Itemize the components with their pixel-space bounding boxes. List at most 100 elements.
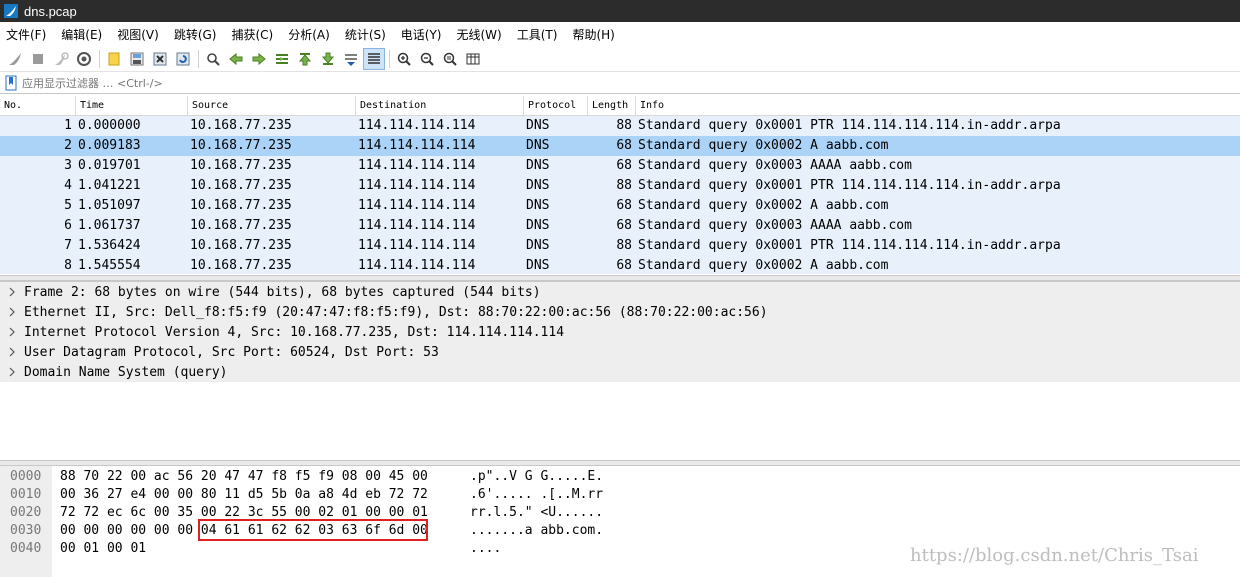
packet-row[interactable]: 8 1.545554 10.168.77.235 114.114.114.114 DNS… <box>0 256 1240 274</box>
zoom-in-icon[interactable] <box>393 48 415 70</box>
bytes-ascii[interactable]: .... <box>470 540 501 558</box>
save-file-icon[interactable] <box>126 48 148 70</box>
main-toolbar <box>0 46 1240 72</box>
packet-list-header: No. Time Source Destination Protocol Len… <box>0 96 1240 116</box>
packet-cell-length: 88 <box>616 118 632 133</box>
packet-cell-time: 1.041221 <box>78 178 141 193</box>
expand-arrow-icon[interactable] <box>0 347 24 357</box>
menu-telephony[interactable]: 电话(Y) <box>401 26 442 43</box>
menu-edit[interactable]: 编辑(E) <box>61 26 102 43</box>
packet-cell-time: 0.000000 <box>78 118 141 133</box>
packet-cell-no: 7 <box>64 238 72 253</box>
zoom-normal-icon[interactable] <box>439 48 461 70</box>
bytes-ascii[interactable]: .6'..... .[..M.rr <box>470 486 603 504</box>
reload-file-icon[interactable] <box>172 48 194 70</box>
column-header-protocol[interactable]: Protocol <box>524 96 588 115</box>
column-header-destination[interactable]: Destination <box>356 96 524 115</box>
display-filter-bar <box>0 73 1240 94</box>
menu-view[interactable]: 视图(V) <box>117 26 159 43</box>
go-forward-icon[interactable] <box>248 48 270 70</box>
packet-details: Frame 2: 68 bytes on wire (544 bits), 68… <box>0 281 1240 461</box>
packet-cell-source: 10.168.77.235 <box>190 198 292 213</box>
packet-cell-time: 1.545554 <box>78 258 141 273</box>
find-packet-icon[interactable] <box>202 48 224 70</box>
autoscroll-icon[interactable] <box>340 48 362 70</box>
packet-cell-destination: 114.114.114.114 <box>358 178 476 193</box>
expand-arrow-icon[interactable] <box>0 287 24 297</box>
bytes-hex[interactable]: 00 01 00 01 <box>60 540 146 558</box>
menu-analyze[interactable]: 分析(A) <box>288 26 330 43</box>
bytes-offset: 0010 <box>10 487 42 502</box>
packet-cell-time: 0.019701 <box>78 158 141 173</box>
menu-tools[interactable]: 工具(T) <box>517 26 558 43</box>
packet-cell-protocol: DNS <box>526 258 550 273</box>
shark-fin-start-icon[interactable] <box>4 48 26 70</box>
capture-options-icon[interactable] <box>73 48 95 70</box>
packet-cell-protocol: DNS <box>526 138 550 153</box>
expand-arrow-icon[interactable] <box>0 307 24 317</box>
column-header-length[interactable]: Length <box>588 96 636 115</box>
bytes-hex[interactable]: 88 70 22 00 ac 56 20 47 47 f8 f5 f9 08 0… <box>60 468 428 486</box>
stop-capture-icon[interactable] <box>27 48 49 70</box>
packet-row[interactable]: 1 0.000000 10.168.77.235 114.114.114.114 DNS… <box>0 116 1240 136</box>
menu-capture[interactable]: 捕获(C) <box>231 26 273 43</box>
bytes-hex[interactable]: 00 36 27 e4 00 00 80 11 d5 5b 0a a8 4d e… <box>60 486 428 504</box>
packet-cell-info: Standard query 0x0002 A aabb.com <box>638 138 889 153</box>
packet-cell-no: 3 <box>64 158 72 173</box>
packet-cell-length: 68 <box>616 258 632 273</box>
packet-cell-time: 1.061737 <box>78 218 141 233</box>
packet-row[interactable]: 6 1.061737 10.168.77.235 114.114.114.114 DNS… <box>0 216 1240 236</box>
display-filter-input[interactable] <box>22 74 1240 92</box>
detail-row-frame[interactable]: Frame 2: 68 bytes on wire (544 bits), 68… <box>0 282 1240 302</box>
packet-cell-info: Standard query 0x0003 AAAA aabb.com <box>638 218 912 233</box>
go-to-packet-icon[interactable] <box>271 48 293 70</box>
packet-cell-destination: 114.114.114.114 <box>358 238 476 253</box>
menu-statistics[interactable]: 统计(S) <box>345 26 386 43</box>
menu-go[interactable]: 跳转(G) <box>174 26 217 43</box>
bytes-ascii[interactable]: .p"..V G G.....E. <box>470 468 603 486</box>
detail-text: User Datagram Protocol, Src Port: 60524,… <box>24 344 439 360</box>
detail-row-udp[interactable]: User Datagram Protocol, Src Port: 60524,… <box>0 342 1240 362</box>
menu-help[interactable]: 帮助(H) <box>572 26 614 43</box>
packet-row[interactable]: 3 0.019701 10.168.77.235 114.114.114.114 DNS… <box>0 156 1240 176</box>
bytes-offset: 0030 <box>10 523 42 538</box>
packet-cell-protocol: DNS <box>526 198 550 213</box>
column-header-time[interactable]: Time <box>76 96 188 115</box>
bytes-ascii[interactable]: rr.l.5." <U...... <box>470 504 603 522</box>
expand-arrow-icon[interactable] <box>0 327 24 337</box>
go-first-icon[interactable] <box>294 48 316 70</box>
bookmark-icon[interactable] <box>4 75 18 91</box>
packet-cell-source: 10.168.77.235 <box>190 138 292 153</box>
close-file-icon[interactable] <box>149 48 171 70</box>
packet-row[interactable]: 7 1.536424 10.168.77.235 114.114.114.114 DNS… <box>0 236 1240 256</box>
packet-row[interactable]: 5 1.051097 10.168.77.235 114.114.114.114 DNS… <box>0 196 1240 216</box>
menu-file[interactable]: 文件(F) <box>6 26 46 43</box>
packet-cell-protocol: DNS <box>526 158 550 173</box>
packet-row[interactable]: 2 0.009183 10.168.77.235 114.114.114.114 DNS… <box>0 136 1240 156</box>
title-bar: dns.pcap <box>0 0 1240 22</box>
packet-cell-length: 68 <box>616 158 632 173</box>
expand-arrow-icon[interactable] <box>0 367 24 377</box>
bytes-ascii[interactable]: .......a abb.com. <box>470 522 603 540</box>
column-header-no[interactable]: No. <box>0 96 76 115</box>
colorize-icon[interactable] <box>363 47 385 70</box>
open-file-icon[interactable] <box>103 48 125 70</box>
go-last-icon[interactable] <box>317 48 339 70</box>
detail-row-ip[interactable]: Internet Protocol Version 4, Src: 10.168… <box>0 322 1240 342</box>
menu-bar: 文件(F) 编辑(E) 视图(V) 跳转(G) 捕获(C) 分析(A) 统计(S… <box>0 22 1240 46</box>
column-header-source[interactable]: Source <box>188 96 356 115</box>
packet-cell-destination: 114.114.114.114 <box>358 138 476 153</box>
packet-cell-time: 0.009183 <box>78 138 141 153</box>
zoom-out-icon[interactable] <box>416 48 438 70</box>
packet-row[interactable]: 4 1.041221 10.168.77.235 114.114.114.114 DNS… <box>0 176 1240 196</box>
restart-capture-icon[interactable] <box>50 48 72 70</box>
packet-cell-destination: 114.114.114.114 <box>358 118 476 133</box>
menu-wireless[interactable]: 无线(W) <box>457 26 502 43</box>
packet-cell-length: 88 <box>616 178 632 193</box>
packet-cell-source: 10.168.77.235 <box>190 118 292 133</box>
detail-row-dns[interactable]: Domain Name System (query) <box>0 362 1240 382</box>
resize-columns-icon[interactable] <box>462 48 484 70</box>
column-header-info[interactable]: Info <box>636 96 1240 115</box>
go-back-icon[interactable] <box>225 48 247 70</box>
detail-row-ethernet[interactable]: Ethernet II, Src: Dell_f8:f5:f9 (20:47:4… <box>0 302 1240 322</box>
